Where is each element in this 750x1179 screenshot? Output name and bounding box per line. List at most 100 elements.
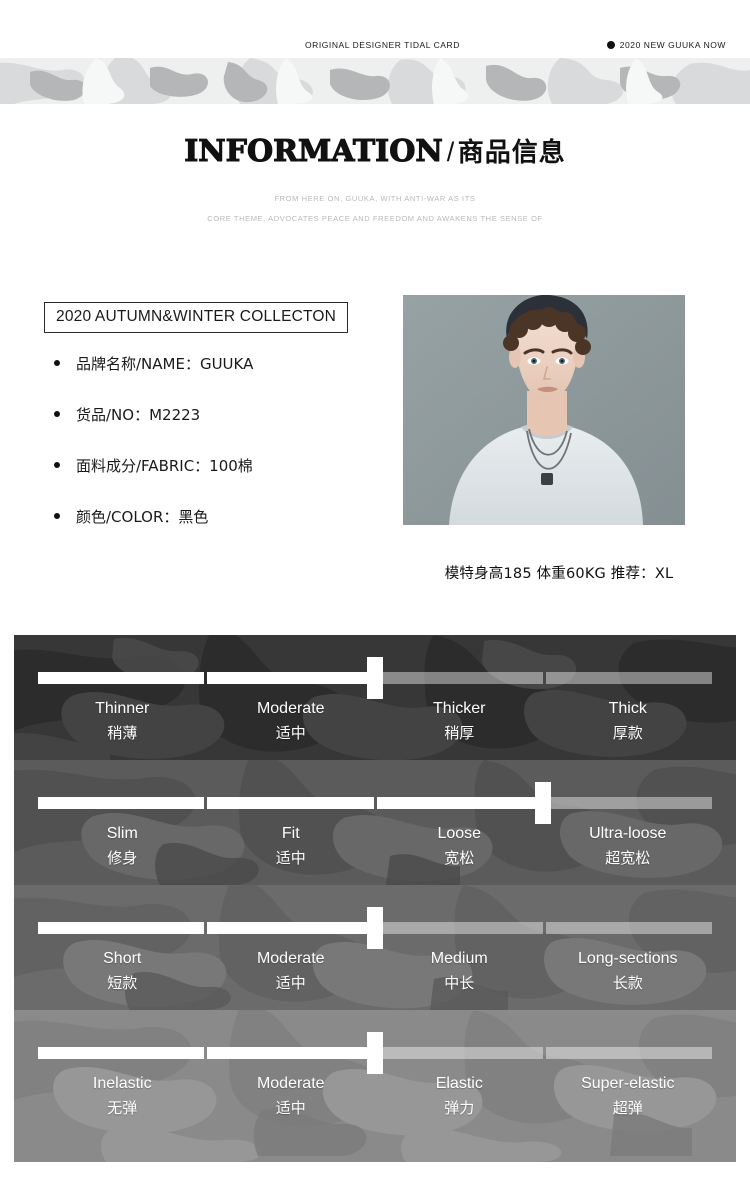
bullet-icon xyxy=(54,462,60,468)
size-attribute-panel: Thinner 稍薄 Moderate 适中 Thicker 稍厚 Thick … xyxy=(14,635,736,1162)
option-label-en: Thicker xyxy=(433,700,486,717)
model-photo xyxy=(403,295,685,525)
option-label-cn: 中长 xyxy=(444,974,475,992)
option-label-en: Thinner xyxy=(95,700,150,717)
option-label-cn: 弹力 xyxy=(444,1099,475,1117)
option-label-cn: 适中 xyxy=(275,974,306,992)
heading-subtext: FROM HERE ON, GUUKA, WITH ANTI-WAR AS IT… xyxy=(0,189,750,229)
option-label-en: Long-sections xyxy=(577,950,678,967)
slider-option[interactable]: Thicker 稍厚 xyxy=(375,697,544,746)
section-heading: INFORMATION / 商品信息 xyxy=(0,132,750,169)
slider-option[interactable]: Ultra-loose 超宽松 xyxy=(544,822,713,871)
option-label-en: Ultra-loose xyxy=(589,825,667,842)
option-label-en: Super-elastic xyxy=(581,1075,675,1092)
slider-option[interactable]: Moderate 适中 xyxy=(207,1072,376,1121)
slider-thumb[interactable] xyxy=(367,907,383,949)
track-segment[interactable] xyxy=(545,672,712,684)
option-label-en: Moderate xyxy=(256,950,325,967)
slider-labels: Short 短款 Moderate 适中 Medium 中长 Long-sect… xyxy=(38,947,712,996)
option-label-en: Medium xyxy=(430,950,488,967)
track-segment[interactable] xyxy=(376,1047,543,1059)
track-segment[interactable] xyxy=(38,1047,205,1059)
slider-row-thickness: Thinner 稍薄 Moderate 适中 Thicker 稍厚 Thick … xyxy=(14,635,736,760)
track-segment[interactable] xyxy=(545,1047,712,1059)
camo-banner-top xyxy=(0,58,750,104)
option-label-en: Inelastic xyxy=(92,1075,152,1092)
option-label-cn: 稍厚 xyxy=(444,724,475,742)
page-title: INFORMATION / 商品信息 xyxy=(184,132,566,169)
bullet-icon xyxy=(54,411,60,417)
option-label-cn: 适中 xyxy=(275,849,306,867)
slider-option[interactable]: Slim 修身 xyxy=(38,822,207,871)
option-label-en: Thick xyxy=(608,700,647,717)
option-label-cn: 无弹 xyxy=(107,1099,138,1117)
slider-option[interactable]: Thinner 稍薄 xyxy=(38,697,207,746)
list-item: 面料成分/FABRIC：100棉 xyxy=(46,455,253,476)
slider-option[interactable]: Fit 适中 xyxy=(207,822,376,871)
collection-badge: 2020 AUTUMN&WINTER COLLECTON xyxy=(44,302,349,333)
top-bar: ORIGINAL DESIGNER TIDAL CARD 2020 NEW GU… xyxy=(0,0,750,58)
slider-option[interactable]: Moderate 适中 xyxy=(207,947,376,996)
slider-option[interactable]: Moderate 适中 xyxy=(207,697,376,746)
spec-label: 品牌名称/NAME：GUUKA xyxy=(76,355,254,373)
slider-option[interactable]: Elastic 弹力 xyxy=(375,1072,544,1121)
option-label-cn: 修身 xyxy=(107,849,138,867)
track-segment[interactable] xyxy=(207,1047,374,1059)
slider-option[interactable]: Inelastic 无弹 xyxy=(38,1072,207,1121)
option-label-cn: 超宽松 xyxy=(605,849,651,867)
track-segment[interactable] xyxy=(376,797,543,809)
option-label-en: Fit xyxy=(281,825,300,842)
option-label-cn: 短款 xyxy=(107,974,138,992)
heading-subtext-line2: CORE THEME, ADVOCATES PEACE AND FREEDOM … xyxy=(207,214,543,223)
title-separator: / xyxy=(446,137,455,167)
track-segment[interactable] xyxy=(376,922,543,934)
slider-option[interactable]: Medium 中长 xyxy=(375,947,544,996)
slider-option[interactable]: Thick 厚款 xyxy=(544,697,713,746)
track-segment[interactable] xyxy=(38,672,205,684)
page-title-cn: 商品信息 xyxy=(457,138,566,168)
track-segment[interactable] xyxy=(38,922,205,934)
model-caption: 模特身高185 体重60KG 推荐：XL xyxy=(434,556,684,590)
bullet-icon xyxy=(54,360,60,366)
option-label-cn: 适中 xyxy=(275,1099,306,1117)
list-item: 品牌名称/NAME：GUUKA xyxy=(46,353,253,374)
option-label-cn: 适中 xyxy=(275,724,306,742)
option-label-en: Elastic xyxy=(435,1075,483,1092)
option-label-cn: 长款 xyxy=(612,974,643,992)
track-segment[interactable] xyxy=(545,922,712,934)
slider-row-fit: Slim 修身 Fit 适中 Loose 宽松 Ultra-loose 超宽松 xyxy=(14,760,736,885)
slider-thumb[interactable] xyxy=(367,1032,383,1074)
track-segment[interactable] xyxy=(545,797,712,809)
track-segment[interactable] xyxy=(207,672,374,684)
tagline-right-label: 2020 NEW GUUKA NOW xyxy=(619,40,726,50)
slider-thumb[interactable] xyxy=(535,782,551,824)
product-info-section: 2020 AUTUMN&WINTER COLLECTON 品牌名称/NAME：G… xyxy=(0,295,750,550)
track-segment[interactable] xyxy=(207,797,374,809)
option-label-cn: 超弹 xyxy=(612,1099,643,1117)
slider-labels: Slim 修身 Fit 适中 Loose 宽松 Ultra-loose 超宽松 xyxy=(38,822,712,871)
dot-icon xyxy=(606,41,615,49)
tagline-right: 2020 NEW GUUKA NOW xyxy=(606,40,726,50)
spec-list: 品牌名称/NAME：GUUKA 货品/NO：M2223 面料成分/FABRIC：… xyxy=(46,353,253,557)
slider-option[interactable]: Short 短款 xyxy=(38,947,207,996)
tagline-left: ORIGINAL DESIGNER TIDAL CARD xyxy=(305,40,460,50)
list-item: 货品/NO：M2223 xyxy=(46,404,253,425)
slider-labels: Inelastic 无弹 Moderate 适中 Elastic 弹力 Supe… xyxy=(38,1072,712,1121)
option-label-en: Moderate xyxy=(256,1075,325,1092)
spec-label: 颜色/COLOR：黑色 xyxy=(76,508,209,526)
slider-option[interactable]: Super-elastic 超弹 xyxy=(544,1072,713,1121)
slider-thumb[interactable] xyxy=(367,657,383,699)
option-label-en: Slim xyxy=(106,825,138,842)
spec-label: 面料成分/FABRIC：100棉 xyxy=(76,457,253,475)
track-segment[interactable] xyxy=(207,922,374,934)
bullet-icon xyxy=(54,513,60,519)
slider-option[interactable]: Long-sections 长款 xyxy=(544,947,713,996)
slider-labels: Thinner 稍薄 Moderate 适中 Thicker 稍厚 Thick … xyxy=(38,697,712,746)
spec-label: 货品/NO：M2223 xyxy=(76,406,201,424)
slider-option[interactable]: Loose 宽松 xyxy=(375,822,544,871)
option-label-en: Short xyxy=(103,950,142,967)
track-segment[interactable] xyxy=(376,672,543,684)
track-segment[interactable] xyxy=(38,797,205,809)
slider-track[interactable] xyxy=(38,797,712,809)
option-label-cn: 稍薄 xyxy=(107,724,138,742)
